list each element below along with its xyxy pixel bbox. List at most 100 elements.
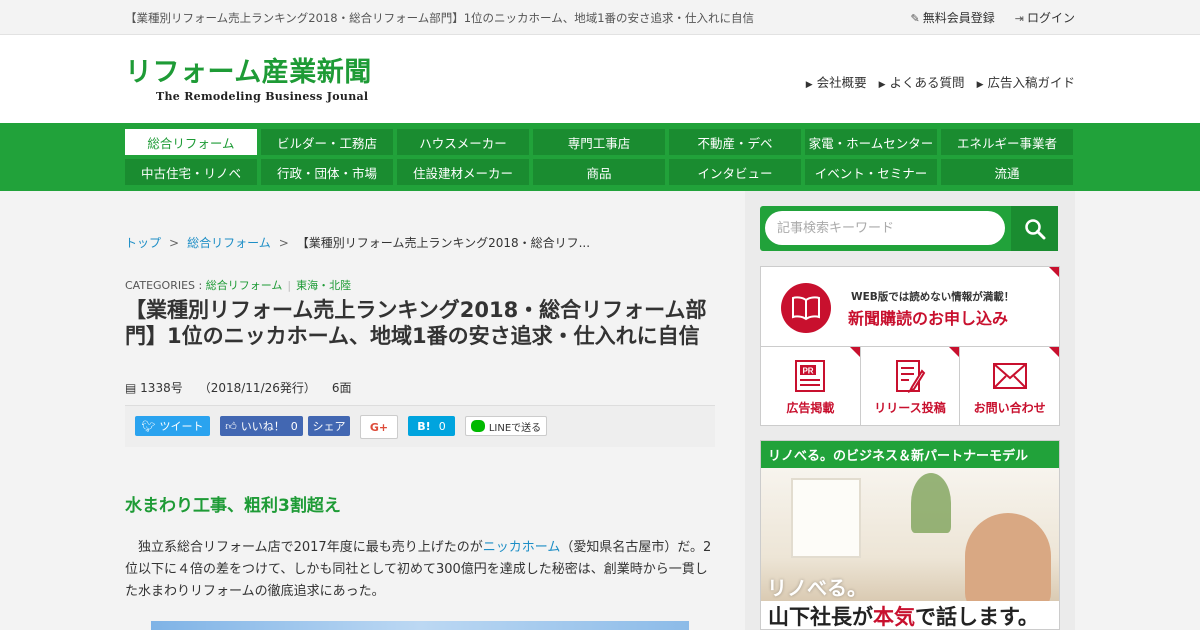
corner-marker [1049,347,1060,357]
banner-plant [911,473,951,533]
line-share-button[interactable]: LINEで送る [465,416,547,436]
like-label: いいね！ [240,420,285,433]
article-subheading: 水まわり工事、粗利3割超え [125,496,341,516]
subscribe-link[interactable]: WEB版では読めない情報が満載！ 新聞購読のお申し込み [761,267,1059,347]
top-links: ✎ 無料会員登録 ⇥ ログイン [911,9,1075,26]
caret-right-icon: ▶ [878,80,886,90]
header-link-label: 広告入稿ガイド [987,75,1075,90]
breadcrumb-separator: > [278,236,289,250]
pr-document-icon: PR [795,360,826,392]
nav-item[interactable]: インタビュー [669,159,801,185]
sidebar: WEB版では読めない情報が満載！ 新聞購読のお申し込み PR 広告掲載 リリース… [745,191,1075,630]
pr-tag: PR [803,367,814,376]
header-link-faq[interactable]: ▶ よくある質問 [879,72,965,91]
release-post-label: リリース投稿 [874,401,946,415]
document-pen-icon [896,360,926,393]
caption-post: で話します。 [915,604,1039,629]
banner-person-photo [965,513,1051,613]
article-meta: ▤ 1338号 （2018/11/26発行） 6面 [125,379,352,396]
subscribe-banner: WEB版では読めない情報が満載！ 新聞購読のお申し込み PR 広告掲載 リリース… [760,266,1060,426]
pencil-icon: ✎ [910,12,920,25]
nav-item[interactable]: 専門工事店 [533,129,665,155]
thumbs-up-icon: 👍︎ [225,419,237,433]
tweet-button[interactable]: 🐦︎ ツイート [135,416,210,436]
company-link[interactable]: ニッカホーム [483,540,561,555]
facebook-share-button[interactable]: シェア [308,416,350,436]
register-label: 無料会員登録 [922,11,995,25]
nav-item[interactable]: 総合リフォーム [125,129,257,155]
nav-item[interactable]: エネルギー事業者 [941,129,1073,155]
breadcrumb-category[interactable]: 総合リフォーム [187,236,271,250]
breadcrumb: トップ > 総合リフォーム > 【業種別リフォーム売上ランキング2018・総合リフ... [125,234,590,251]
renoveru-banner-image: リノべる。 山下社長が本気で話します。 [761,468,1059,629]
site-logo-subtitle: The Remodeling Business Jounal [156,90,369,103]
body-text-pre: 独立系総合リフォーム店で2017年度に最も売り上げたのが [138,540,483,555]
category-separator: | [287,279,292,292]
twitter-icon: 🐦︎ [141,419,156,433]
login-link[interactable]: ⇥ ログイン [1015,9,1075,26]
nav-item[interactable]: 住設建材メーカー [397,159,529,185]
ad-placement-link[interactable]: PR 広告掲載 [761,347,861,425]
site-logo[interactable]: リフォーム産業新聞 [125,50,372,89]
facebook-like-button[interactable]: 👍︎ いいね！ 0 [220,416,303,436]
newspaper-icon: ▤ [125,381,137,395]
caret-right-icon: ▶ [805,80,813,90]
header-link-company[interactable]: ▶ 会社概要 [806,72,867,91]
issue-number: 1338号 [140,381,183,395]
nav-item[interactable]: 家電・ホームセンター [805,129,937,155]
banner-window [791,478,861,558]
article-body: 独立系総合リフォーム店で2017年度に最も売り上げたのがニッカホーム（愛知県名古… [125,537,715,603]
article-image [151,621,689,630]
nav-item[interactable]: ハウスメーカー [397,129,529,155]
nav-item[interactable]: 行政・団体・市場 [261,159,393,185]
like-count: 0 [290,419,298,433]
issue-page: 6面 [331,381,352,395]
search-icon [1024,218,1045,239]
nav-item[interactable]: ビルダー・工務店 [261,129,393,155]
mail-icon [992,363,1027,389]
nav-item[interactable]: 中古住宅・リノベ [125,159,257,185]
tweet-label: ツイート [159,420,204,433]
hatena-bookmark-button[interactable]: B! 0 [408,416,455,436]
corner-marker [949,347,960,357]
header-link-label: 会社概要 [816,75,867,90]
search-button[interactable] [1011,206,1058,251]
category-nav: 総合リフォーム ビルダー・工務店 ハウスメーカー 専門工事店 不動産・デベ 家電・ホームセ… [0,123,1200,191]
nav-item[interactable]: 商品 [533,159,665,185]
caption-pre: 山下社長が [768,604,873,629]
sidebar-service-links: PR 広告掲載 リリース投稿 お問い合わせ [761,347,1060,425]
category-link[interactable]: 東海・北陸 [296,279,351,292]
google-plus-button[interactable]: G+ [360,415,398,439]
categories-label: CATEGORIES : [125,279,203,292]
book-icon [781,283,831,333]
release-post-link[interactable]: リリース投稿 [861,347,961,425]
corner-marker [849,347,860,357]
nav-item[interactable]: 流通 [941,159,1073,185]
renoveru-logo: リノべる。 [767,576,867,600]
caption-highlight: 本気 [873,604,915,629]
header-links: ▶ 会社概要 ▶ よくある質問 ▶ 広告入稿ガイド [806,72,1075,91]
hatena-label: B! [417,419,431,433]
login-label: ログイン [1026,11,1075,25]
line-icon [470,420,485,432]
breadcrumb-home[interactable]: トップ [125,236,161,250]
article-categories: CATEGORIES : 総合リフォーム | 東海・北陸 [125,277,351,293]
nav-item[interactable]: イベント・セミナー [805,159,937,185]
share-bar: 🐦︎ ツイート 👍︎ いいね！ 0 シェア G+ B! 0 LINEで送る [125,405,715,447]
renoveru-banner-title: リノべる。のビジネス＆新パートナーモデル [761,441,1059,468]
breadcrumb-separator: > [169,236,180,250]
corner-marker [1049,267,1059,277]
article-title: 【業種別リフォーム売上ランキング2018・総合リフォーム部門】1位のニッカホーム… [125,298,707,348]
header-link-label: よくある質問 [889,75,965,90]
issue-date: （2018/11/26発行） [198,381,316,395]
category-link[interactable]: 総合リフォーム [206,279,283,292]
header-link-ad-guide[interactable]: ▶ 広告入稿ガイド [977,72,1075,91]
renoveru-banner[interactable]: リノべる。のビジネス＆新パートナーモデル リノべる。 山下社長が本気で話します。 [760,440,1060,630]
contact-label: お問い合わせ [973,401,1046,415]
contact-link[interactable]: お問い合わせ [960,347,1060,425]
search-input[interactable] [765,211,1005,245]
hatena-count: 0 [438,419,446,433]
renoveru-banner-caption: 山下社長が本気で話します。 [761,601,1059,629]
nav-item[interactable]: 不動産・デベ [669,129,801,155]
register-link[interactable]: ✎ 無料会員登録 [911,9,995,26]
